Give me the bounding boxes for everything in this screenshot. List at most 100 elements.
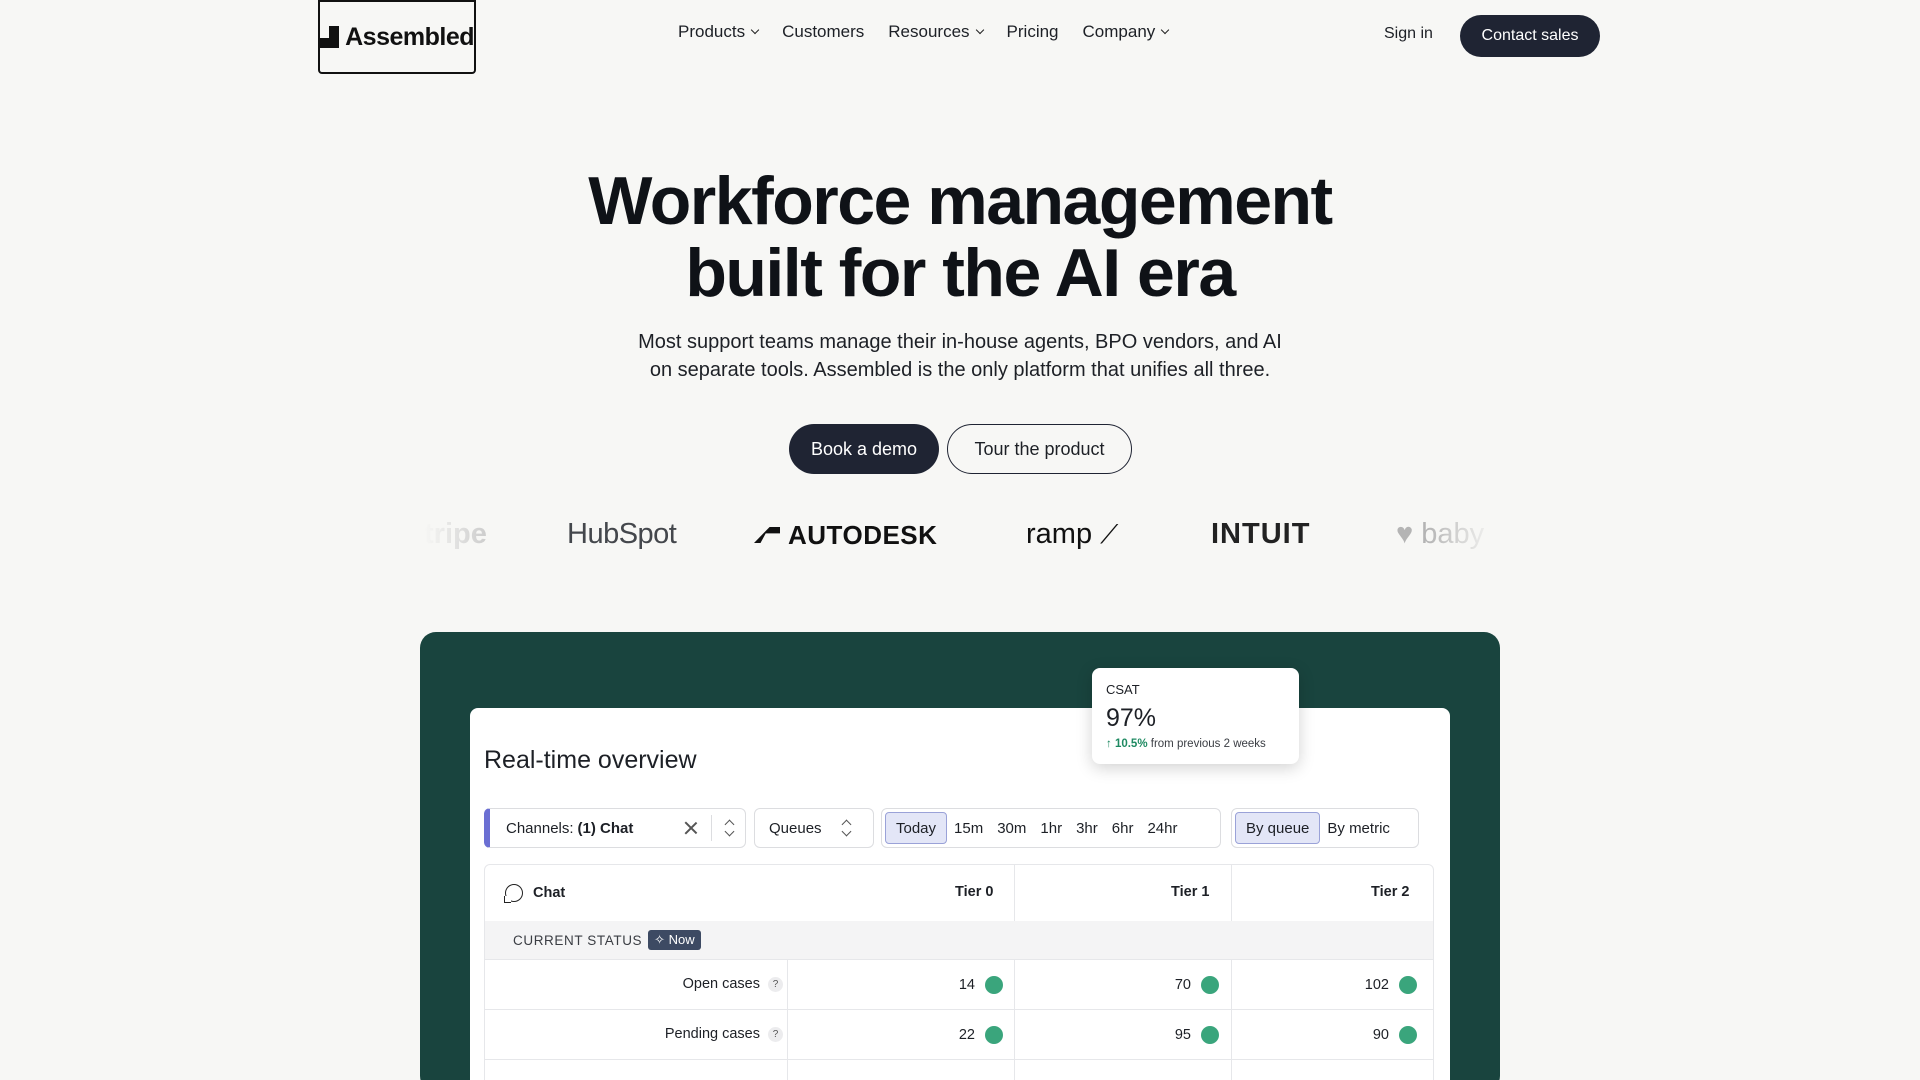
time-option-30m[interactable]: 30m xyxy=(990,812,1033,844)
assembled-logo-icon xyxy=(320,26,340,48)
status-dot-icon xyxy=(1201,976,1219,994)
now-badge: ✧ Now xyxy=(648,930,701,950)
time-range-selector: Today 15m 30m 1hr 3hr 6hr 24hr xyxy=(881,808,1221,848)
nav-customers[interactable]: Customers xyxy=(782,22,864,42)
column-header-tier-2: Tier 2 xyxy=(1371,884,1410,900)
ramp-logo-text: ramp xyxy=(1026,518,1093,550)
nav-customers-label: Customers xyxy=(782,22,865,41)
nav-pricing[interactable]: Pricing xyxy=(1007,22,1059,42)
sign-in-link[interactable]: Sign in xyxy=(1384,25,1433,43)
status-dot-icon xyxy=(1201,1026,1219,1044)
table-cell: 70 xyxy=(1175,976,1219,994)
view-by-metric[interactable]: By metric xyxy=(1320,812,1397,844)
time-option-today[interactable]: Today xyxy=(885,812,948,844)
assembled-logo[interactable]: Assembled xyxy=(318,0,476,74)
intuit-logo: INTUIT xyxy=(1211,518,1311,550)
row-label: Pending cases ? xyxy=(665,1026,783,1042)
status-dot-icon xyxy=(1399,976,1417,994)
channels-filter[interactable]: Channels: (1) Chat xyxy=(484,808,746,848)
hero-subtitle-line-2: on separate tools. Assembled is the only… xyxy=(649,359,1271,381)
tour-product-button[interactable]: Tour the product xyxy=(947,424,1132,474)
autodesk-logo: AUTODESK xyxy=(754,520,937,551)
realtime-overview-card: Real-time overview Channels: (1) Chat Que… xyxy=(470,708,1450,1080)
cell-value: 95 xyxy=(1174,1027,1191,1043)
hero-title-line-1: Workforce management xyxy=(588,163,1333,239)
row-label: Open cases ? xyxy=(683,976,783,992)
autodesk-logo-text: AUTODESK xyxy=(788,520,938,550)
status-dot-icon xyxy=(985,976,1003,994)
ramp-logo: ramp ⟋ xyxy=(1026,518,1118,551)
chevron-down-icon xyxy=(1161,25,1170,35)
time-option-3hr[interactable]: 3hr xyxy=(1069,812,1105,844)
time-option-6hr[interactable]: 6hr xyxy=(1105,812,1141,844)
hero-subtitle: Most support teams manage their in-house… xyxy=(0,328,1920,384)
hero-cta-row: Book a demo Tour the product xyxy=(789,424,1132,474)
nav-resources[interactable]: Resources xyxy=(888,22,984,42)
column-divider xyxy=(1231,865,1232,921)
status-dot-icon xyxy=(985,1026,1003,1044)
nav-pricing-label: Pricing xyxy=(1006,22,1059,41)
hero-title: Workforce management built for the AI er… xyxy=(0,165,1920,309)
row-label-text: Open cases xyxy=(682,976,760,992)
contact-sales-button[interactable]: Contact sales xyxy=(1460,15,1600,57)
time-option-24hr[interactable]: 24hr xyxy=(1140,812,1184,844)
table-cell: 22 xyxy=(959,1026,1003,1044)
channel-header-label: Chat xyxy=(533,885,566,901)
section-label: CURRENT STATUS xyxy=(513,932,643,948)
clear-icon[interactable] xyxy=(682,819,700,837)
channels-filter-value: (1) Chat xyxy=(577,819,634,837)
primary-nav: Products Customers Resources Pricing Com… xyxy=(678,22,1170,42)
queues-filter-label: Queues xyxy=(769,819,822,837)
sort-arrows-icon[interactable] xyxy=(724,818,736,838)
time-option-15m[interactable]: 15m xyxy=(947,812,990,844)
chevron-down-icon xyxy=(750,25,760,35)
trend-up-value: ↑ 10.5% xyxy=(1106,738,1148,750)
nav-company[interactable]: Company xyxy=(1082,22,1170,42)
hero-title-line-2: built for the AI era xyxy=(685,235,1236,311)
sort-arrows-icon xyxy=(841,818,853,838)
csat-card: CSAT 97% ↑ 10.5% from previous 2 weeks xyxy=(1092,668,1299,764)
cell-value: 22 xyxy=(958,1027,975,1043)
csat-value: 97% xyxy=(1106,704,1157,732)
book-demo-button[interactable]: Book a demo xyxy=(789,424,939,474)
customer-logo-strip: tripe HubSpot AUTODESK ramp ⟋ INTUIT ♥ b… xyxy=(424,512,1496,560)
logo-fade-left xyxy=(424,512,494,560)
queues-filter[interactable]: Queues xyxy=(754,808,874,848)
logo-fade-right xyxy=(1426,512,1496,560)
view-by-queue[interactable]: By queue xyxy=(1235,812,1321,844)
column-header-tier-1: Tier 1 xyxy=(1171,884,1210,900)
channels-filter-label: Channels: xyxy=(506,819,574,837)
status-dot-icon xyxy=(1399,1026,1417,1044)
row-label-text: Pending cases xyxy=(664,1026,760,1042)
nav-company-label: Company xyxy=(1082,22,1156,41)
table-cell: 90 xyxy=(1373,1026,1417,1044)
table-row xyxy=(485,1059,1433,1080)
chat-bubble-icon xyxy=(504,884,523,903)
csat-label: CSAT xyxy=(1106,682,1140,697)
ramp-mark-icon: ⟋ xyxy=(1100,519,1119,549)
card-title: Real-time overview xyxy=(484,746,697,774)
help-icon[interactable]: ? xyxy=(768,1026,783,1042)
nav-resources-label: Resources xyxy=(888,22,970,41)
chevron-down-icon xyxy=(975,25,984,35)
current-status-row: CURRENT STATUS ✧ Now xyxy=(485,921,1433,959)
column-divider xyxy=(1014,865,1015,921)
cell-value: 70 xyxy=(1174,977,1191,993)
autodesk-mark-icon xyxy=(754,527,780,543)
table-header: Chat Tier 0 Tier 1 Tier 2 xyxy=(485,865,1433,921)
top-nav: Assembled Products Customers Resources P… xyxy=(0,0,1920,74)
time-option-1hr[interactable]: 1hr xyxy=(1033,812,1069,844)
cell-value: 102 xyxy=(1364,977,1389,993)
table-cell: 14 xyxy=(959,976,1003,994)
heart-icon: ♥ xyxy=(1396,518,1414,550)
column-header-tier-0: Tier 0 xyxy=(955,884,994,900)
nav-products[interactable]: Products xyxy=(678,22,760,42)
table-cell: 102 xyxy=(1365,976,1417,994)
hubspot-logo: HubSpot xyxy=(567,518,677,550)
help-icon[interactable]: ? xyxy=(768,976,783,992)
table-cell: 95 xyxy=(1175,1026,1219,1044)
nav-products-label: Products xyxy=(678,22,746,41)
logo-text: Assembled xyxy=(345,22,474,51)
cell-value: 14 xyxy=(958,977,975,993)
view-toggle: By queue By metric xyxy=(1231,808,1419,848)
